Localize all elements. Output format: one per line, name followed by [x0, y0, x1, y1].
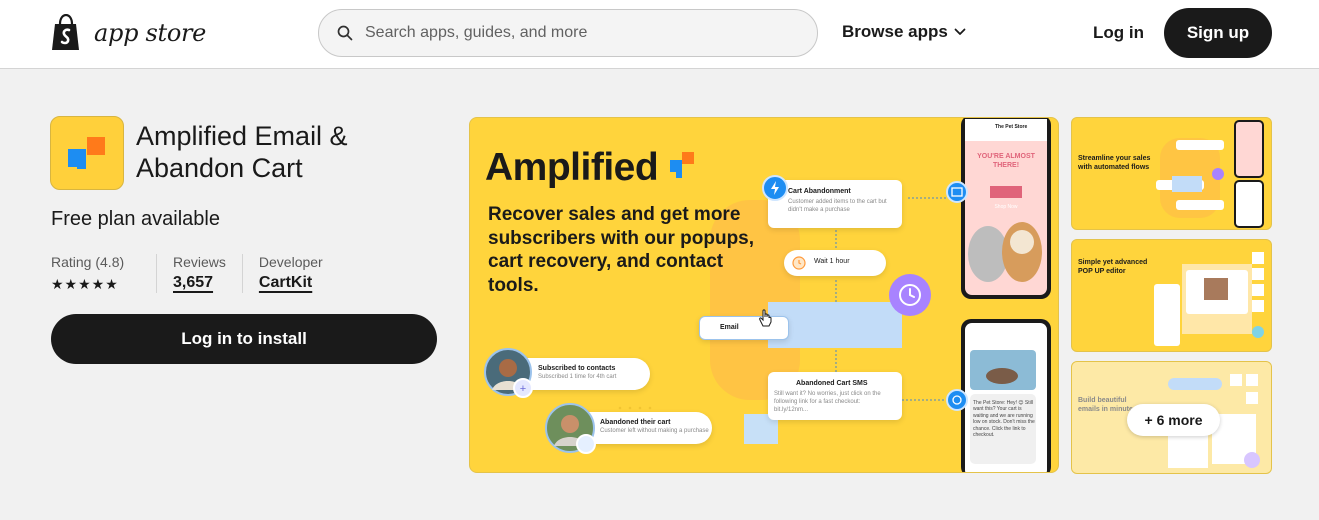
signup-button[interactable]: Sign up — [1164, 8, 1272, 58]
hero-brand-logo-icon — [670, 152, 694, 178]
install-button[interactable]: Log in to install — [51, 314, 437, 364]
rating-block: Rating (4.8) ★★★★★ — [51, 254, 156, 293]
amplified-logo-icon — [68, 137, 105, 169]
app-meta: Rating (4.8) ★★★★★ Reviews 3,657 Develop… — [51, 254, 339, 293]
phone-headline: YOU'RE ALMOST THERE! — [977, 153, 1035, 169]
thumbnail-2[interactable]: Simple yet advanced POP UP editor — [1071, 239, 1272, 352]
more-screenshots-button[interactable]: + 6 more — [1127, 404, 1220, 436]
phone-cta-button: Shop Now — [994, 204, 1018, 210]
flow-sms-title: Abandoned Cart SMS — [796, 380, 868, 387]
chevron-down-icon — [954, 28, 966, 35]
browse-apps-label: Browse apps — [842, 22, 948, 41]
reviews-label: Reviews — [173, 254, 226, 270]
hand-cursor-icon — [759, 309, 772, 327]
abandoned-title: Abandoned their cart — [600, 419, 671, 426]
hero-brand-text: Amplified — [485, 146, 659, 189]
svg-text:+: + — [520, 383, 526, 395]
rating-label: Rating (4.8) — [51, 254, 125, 270]
star-rating-icon: ★★★★★ — [51, 276, 119, 292]
app-store-logo[interactable]: app store — [50, 14, 206, 52]
developer-link[interactable]: CartKit — [259, 274, 323, 292]
abandoned-sub: Customer left without making a purchase — [600, 428, 709, 434]
subscribed-title: Subscribed to contacts — [538, 365, 616, 372]
shopify-bag-icon — [52, 14, 79, 50]
browse-apps-menu[interactable]: Browse apps — [842, 22, 966, 42]
flow-cart-abandonment-card: Cart Abandonment Customer added items to… — [768, 180, 902, 228]
app-title: Amplified Email & Abandon Cart — [136, 121, 348, 183]
thumbnail-1[interactable]: Streamline your sales with automated flo… — [1071, 117, 1272, 230]
chat-node-icon — [946, 389, 968, 411]
flow-sms-sub: Still want it? No worries, just click on… — [774, 391, 881, 413]
pricing-label: Free plan available — [51, 208, 220, 230]
clock-small-icon — [792, 256, 806, 270]
thumbnail-1-title: Streamline your sales with automated flo… — [1078, 155, 1151, 171]
flow-sms-card: Abandoned Cart SMS Still want it? No wor… — [768, 372, 902, 420]
login-link[interactable]: Log in — [1093, 23, 1144, 43]
search-input[interactable] — [365, 24, 785, 42]
thumbnail-2-title: Simple yet advanced POP UP editor — [1078, 259, 1148, 275]
avatar-man-2 — [545, 403, 596, 454]
flow-cart-abandonment-sub: Customer added items to the cart but did… — [788, 199, 887, 213]
flow-email-label: Email — [720, 324, 739, 331]
avatar-man-1: + — [484, 348, 533, 398]
top-header: app store Browse apps Log in Sign up — [0, 0, 1319, 69]
developer-block: Developer CartKit — [241, 254, 339, 293]
phone-sms-text: The Pet Store: Hey! 😊 Still want this? Y… — [973, 400, 1035, 439]
clock-large-icon — [889, 274, 931, 316]
hero-tagline: Recover sales and get more subscribers w… — [488, 204, 755, 296]
search-bar[interactable] — [318, 9, 818, 57]
hero-brand-title: Amplified — [485, 146, 659, 190]
developer-label: Developer — [258, 254, 323, 270]
reviews-link[interactable]: 3,657 — [173, 274, 226, 292]
phone-store-name: The Pet Store — [995, 124, 1028, 130]
app-icon — [50, 116, 124, 190]
subscribed-sub: Subscribed 1 time for 4th cart — [538, 374, 617, 380]
flow-cart-abandonment-title: Cart Abandonment — [788, 188, 851, 195]
flow-email-card: Email — [699, 316, 789, 340]
email-node-icon — [946, 181, 968, 203]
lightning-icon — [762, 175, 788, 201]
thumbnail-1-art — [1156, 120, 1264, 228]
thumbnail-2-art — [1154, 252, 1264, 346]
thumbnail-3[interactable]: Build beautiful emails in minutes + 6 mo… — [1071, 361, 1272, 474]
search-icon — [337, 25, 353, 41]
flow-wait-label: Wait 1 hour — [814, 258, 850, 265]
hero-screenshot[interactable]: Amplified Recover sales and get more sub… — [469, 117, 1059, 473]
logo-text: app store — [94, 19, 207, 47]
reviews-block: Reviews 3,657 — [156, 254, 242, 293]
